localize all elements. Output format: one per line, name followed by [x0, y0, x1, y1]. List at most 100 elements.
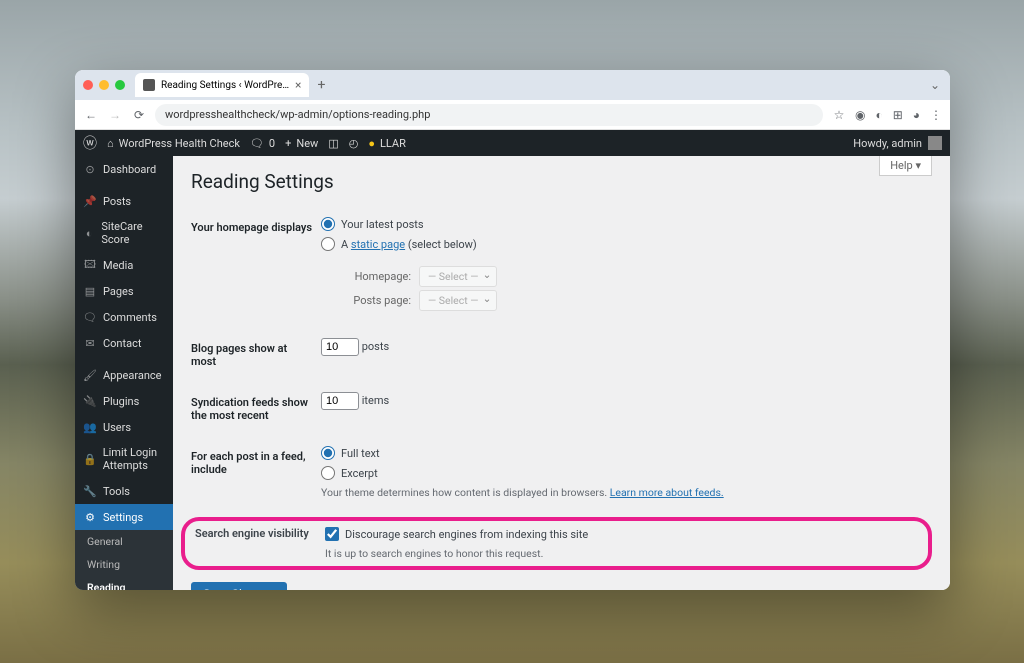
- browser-window: Reading Settings ‹ WordPre… × + ⌄ ← → ⟳ …: [75, 70, 950, 590]
- page-title: Reading Settings: [191, 170, 932, 193]
- window-controls: [83, 80, 125, 90]
- dot-icon: ●: [368, 137, 375, 150]
- reload-button[interactable]: ⟳: [131, 108, 147, 122]
- wordpress-favicon: [143, 79, 155, 91]
- url-field[interactable]: wordpresshealthcheck/wp-admin/options-re…: [155, 104, 823, 126]
- feed-content-desc: Your theme determines how content is dis…: [321, 486, 932, 499]
- sidebar-item-contact[interactable]: ✉Contact: [75, 330, 173, 356]
- learn-more-feeds-link[interactable]: Learn more about feeds.: [610, 486, 724, 499]
- url-text: wordpresshealthcheck/wp-admin/options-re…: [165, 108, 430, 121]
- sidebar-item-users[interactable]: 👥Users: [75, 414, 173, 440]
- extension-icon-1[interactable]: ◉: [855, 108, 865, 122]
- sidebar-item-media[interactable]: 🖾Media: [75, 252, 173, 278]
- posts-page-select-label: Posts page:: [341, 294, 411, 307]
- posts-page-select[interactable]: — Select —: [419, 290, 497, 311]
- page-icon: ▤: [83, 284, 97, 298]
- submenu-general[interactable]: General: [75, 530, 173, 553]
- blog-pages-label: Blog pages show at most: [191, 328, 321, 382]
- media-icon: 🖾: [83, 258, 97, 272]
- syndication-input[interactable]: [321, 392, 359, 410]
- extension-icon-2[interactable]: ◐: [875, 108, 882, 122]
- checkbox-discourage-search[interactable]: [325, 527, 339, 541]
- dashboard-icon: ⊙: [83, 162, 97, 176]
- admin-body: ⊙Dashboard 📌Posts ◐SiteCare Score 🖾Media…: [75, 156, 950, 590]
- submenu-writing[interactable]: Writing: [75, 553, 173, 576]
- radio-excerpt[interactable]: [321, 466, 335, 480]
- content-area: Help ▾ Reading Settings Your homepage di…: [173, 156, 950, 590]
- sidebar-item-tools[interactable]: 🔧Tools: [75, 478, 173, 504]
- minimize-window-button[interactable]: [99, 80, 109, 90]
- users-icon: 👥: [83, 420, 97, 434]
- account-menu[interactable]: Howdy, admin: [853, 136, 942, 150]
- back-button[interactable]: ←: [83, 108, 99, 122]
- sidebar-item-dashboard[interactable]: ⊙Dashboard: [75, 156, 173, 182]
- bookmark-star-icon[interactable]: ☆: [831, 108, 847, 122]
- new-tab-button[interactable]: +: [317, 77, 325, 93]
- search-visibility-label: Search engine visibility: [195, 527, 325, 560]
- syndication-label: Syndication feeds show the most recent: [191, 382, 321, 436]
- user-avatar: [928, 136, 942, 150]
- radio-static-page-label: A static page (select below): [341, 238, 477, 251]
- brush-icon: 🖌: [83, 368, 97, 382]
- radio-excerpt-label: Excerpt: [341, 467, 378, 480]
- radio-full-text[interactable]: [321, 446, 335, 460]
- submenu-reading[interactable]: Reading: [75, 576, 173, 590]
- syndication-suffix: items: [362, 394, 389, 407]
- sidebar-item-settings[interactable]: ⚙Settings: [75, 504, 173, 530]
- plugin-icon-2[interactable]: ◴: [349, 137, 359, 150]
- blog-pages-suffix: posts: [362, 340, 389, 353]
- pin-icon: 📌: [83, 194, 97, 208]
- admin-sidebar: ⊙Dashboard 📌Posts ◐SiteCare Score 🖾Media…: [75, 156, 173, 590]
- sidebar-item-posts[interactable]: 📌Posts: [75, 188, 173, 214]
- wordpress-admin: ⓦ ⌂ WordPress Health Check 🗨 0 + New ◫ ◴…: [75, 130, 950, 590]
- homepage-select[interactable]: — Select —: [419, 266, 497, 287]
- sidebar-item-plugins[interactable]: 🔌Plugins: [75, 388, 173, 414]
- extensions-puzzle-icon[interactable]: ⊞: [893, 108, 903, 122]
- save-changes-button[interactable]: Save Changes: [191, 582, 287, 590]
- mail-icon: ✉: [83, 336, 97, 350]
- maximize-window-button[interactable]: [115, 80, 125, 90]
- help-tab[interactable]: Help ▾: [879, 156, 932, 176]
- tab-title: Reading Settings ‹ WordPre…: [161, 80, 289, 91]
- blog-pages-input[interactable]: [321, 338, 359, 356]
- checkbox-discourage-search-label: Discourage search engines from indexing …: [345, 528, 588, 541]
- tab-list-button[interactable]: ⌄: [930, 78, 940, 92]
- browser-tab[interactable]: Reading Settings ‹ WordPre… ×: [135, 73, 309, 97]
- static-page-link[interactable]: static page: [351, 238, 405, 251]
- plug-icon: 🔌: [83, 394, 97, 408]
- homepage-display-label: Your homepage displays: [191, 207, 321, 328]
- radio-latest-posts-label: Your latest posts: [341, 218, 424, 231]
- admin-toolbar: ⓦ ⌂ WordPress Health Check 🗨 0 + New ◫ ◴…: [75, 130, 950, 156]
- forward-button[interactable]: →: [107, 108, 123, 122]
- radio-latest-posts[interactable]: [321, 217, 335, 231]
- lock-icon: 🔒: [83, 452, 97, 466]
- radio-static-page[interactable]: [321, 237, 335, 251]
- profile-avatar[interactable]: ◕: [913, 108, 920, 122]
- llar-link[interactable]: ● LLAR: [368, 137, 406, 150]
- gauge-icon: ◐: [83, 226, 95, 240]
- tab-bar: Reading Settings ‹ WordPre… × + ⌄: [75, 70, 950, 100]
- sidebar-item-sitecare[interactable]: ◐SiteCare Score: [75, 214, 173, 252]
- comment-icon: 🗨: [83, 310, 97, 324]
- close-window-button[interactable]: [83, 80, 93, 90]
- sidebar-item-pages[interactable]: ▤Pages: [75, 278, 173, 304]
- comments-link[interactable]: 🗨 0: [250, 137, 275, 150]
- sidebar-item-limit-login[interactable]: 🔒Limit Login Attempts: [75, 440, 173, 478]
- comment-icon: 🗨: [250, 137, 264, 150]
- new-content-link[interactable]: + New: [285, 137, 318, 150]
- extension-icons: ◉ ◐ ⊞ ◕ ⋮: [855, 108, 942, 122]
- search-visibility-highlight: Search engine visibility Discourage sear…: [181, 517, 932, 570]
- wordpress-logo-icon[interactable]: ⓦ: [83, 133, 97, 153]
- search-visibility-desc: It is up to search engines to honor this…: [325, 547, 918, 560]
- settings-form: Your homepage displays Your latest posts…: [191, 207, 932, 513]
- settings-submenu: General Writing Reading Discussion Media…: [75, 530, 173, 590]
- homepage-select-label: Homepage:: [341, 270, 411, 283]
- radio-full-text-label: Full text: [341, 447, 380, 460]
- plugin-icon-1[interactable]: ◫: [328, 137, 338, 150]
- site-name-link[interactable]: ⌂ WordPress Health Check: [107, 137, 240, 150]
- sliders-icon: ⚙: [83, 510, 97, 524]
- sidebar-item-comments[interactable]: 🗨Comments: [75, 304, 173, 330]
- chrome-menu-icon[interactable]: ⋮: [930, 108, 942, 122]
- close-tab-button[interactable]: ×: [295, 78, 301, 92]
- sidebar-item-appearance[interactable]: 🖌Appearance: [75, 362, 173, 388]
